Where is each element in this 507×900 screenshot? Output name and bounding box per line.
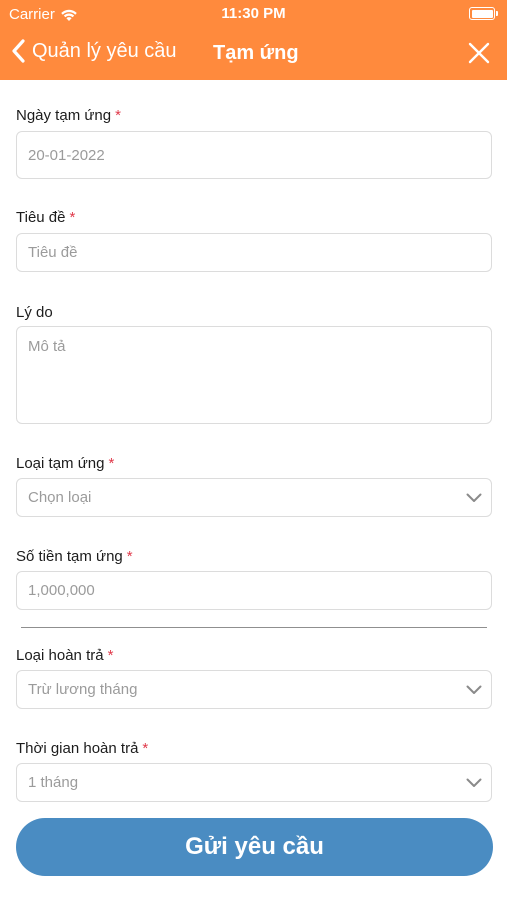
repay-type-label-text: Loại hoàn trả xyxy=(16,647,104,664)
clock: 11:30 PM xyxy=(221,5,286,22)
amount-label: Số tiền tạm ứng * xyxy=(16,548,133,565)
status-bar: Carrier 11:30 PM xyxy=(0,0,507,28)
repay-type-value: Trừ lương tháng xyxy=(28,681,138,698)
repay-type-label: Loại hoàn trả * xyxy=(16,647,113,664)
required-mark: * xyxy=(107,647,114,664)
repay-time-value: 1 tháng xyxy=(28,774,79,791)
chevron-down-icon xyxy=(466,778,482,787)
back-label: Quản lý yêu cầu xyxy=(32,39,177,62)
date-value: 20-01-2022 xyxy=(28,147,105,164)
repay-time-label: Thời gian hoàn trả * xyxy=(16,740,148,757)
reason-textarea[interactable]: Mô tả xyxy=(16,326,492,424)
advance-type-placeholder: Chọn loại xyxy=(28,489,92,506)
repay-type-select[interactable]: Trừ lương tháng xyxy=(16,670,492,709)
advance-type-label-text: Loại tạm ứng xyxy=(16,455,105,472)
reason-label-text: Lý do xyxy=(16,304,53,321)
date-label: Ngày tạm ứng * xyxy=(16,107,121,124)
chevron-down-icon xyxy=(466,685,482,694)
title-label: Tiêu đề * xyxy=(16,209,75,226)
required-mark: * xyxy=(108,455,115,472)
repay-time-select[interactable]: 1 tháng xyxy=(16,763,492,802)
repay-time-label-text: Thời gian hoàn trả xyxy=(16,740,139,757)
title-input[interactable]: Tiêu đề xyxy=(16,233,492,272)
chevron-down-icon xyxy=(466,493,482,502)
amount-input[interactable]: 1,000,000 xyxy=(16,571,492,610)
date-field[interactable]: 20-01-2022 xyxy=(16,131,492,179)
amount-placeholder: 1,000,000 xyxy=(28,582,95,599)
page-title: Tạm ứng xyxy=(213,42,299,64)
submit-request-button[interactable]: Gửi yêu cầu xyxy=(16,818,493,876)
required-mark: * xyxy=(126,548,133,565)
date-label-text: Ngày tạm ứng xyxy=(16,107,112,124)
reason-placeholder: Mô tả xyxy=(28,338,66,355)
advance-type-label: Loại tạm ứng * xyxy=(16,455,114,472)
amount-label-text: Số tiền tạm ứng xyxy=(16,548,123,565)
chevron-left-icon xyxy=(12,39,25,63)
navigation-bar: Quản lý yêu cầu Tạm ứng xyxy=(0,30,507,76)
required-mark: * xyxy=(142,740,149,757)
reason-label: Lý do xyxy=(16,304,53,321)
close-icon[interactable] xyxy=(468,42,490,64)
required-mark: * xyxy=(115,107,121,124)
battery-icon xyxy=(469,7,498,20)
title-placeholder: Tiêu đề xyxy=(28,244,78,261)
advance-type-select[interactable]: Chọn loại xyxy=(16,478,492,517)
required-mark: * xyxy=(69,209,76,226)
back-button[interactable]: Quản lý yêu cầu xyxy=(10,38,177,64)
title-label-text: Tiêu đề xyxy=(16,209,66,226)
section-divider xyxy=(21,627,487,628)
app-header: Carrier 11:30 PM Quản lý yêu cầu Tạm ứng xyxy=(0,0,507,80)
